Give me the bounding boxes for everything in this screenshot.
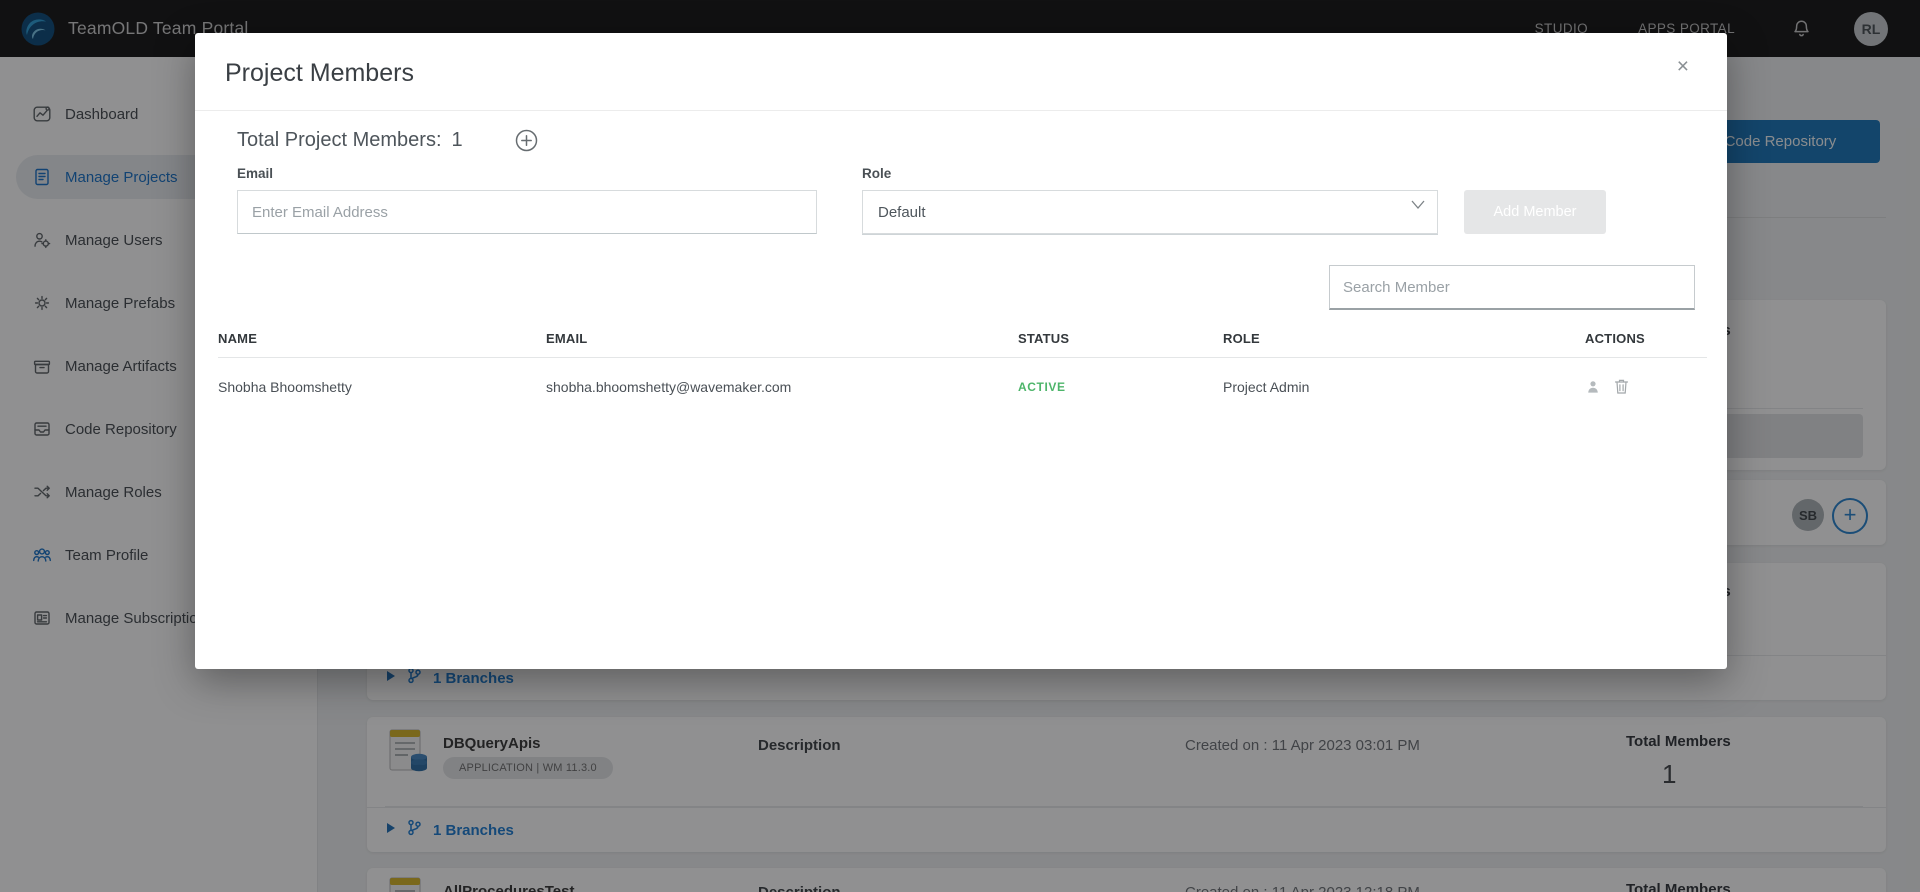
email-label: Email bbox=[237, 166, 817, 181]
members-table: NAME EMAIL STATUS ROLE ACTIONS Shobha Bh… bbox=[218, 331, 1707, 395]
search-member-input[interactable] bbox=[1329, 265, 1695, 310]
role-label: Role bbox=[862, 166, 1438, 181]
role-select[interactable]: Default bbox=[862, 190, 1438, 234]
member-role: Project Admin bbox=[1223, 379, 1585, 395]
column-header-actions: ACTIONS bbox=[1585, 331, 1707, 346]
project-members-modal: Project Members × Total Project Members:… bbox=[195, 33, 1727, 669]
column-header-email: EMAIL bbox=[546, 331, 1018, 346]
user-action-icon[interactable] bbox=[1585, 379, 1601, 395]
member-name: Shobha Bhoomshetty bbox=[218, 379, 546, 395]
total-project-members-label: Total Project Members: bbox=[237, 129, 442, 152]
modal-title: Project Members bbox=[225, 59, 414, 87]
modal-header: Project Members × bbox=[195, 33, 1727, 111]
total-members-row: Total Project Members: 1 bbox=[237, 129, 1685, 152]
email-input[interactable] bbox=[237, 190, 817, 234]
total-project-members-value: 1 bbox=[452, 129, 463, 152]
members-table-header: NAME EMAIL STATUS ROLE ACTIONS bbox=[218, 331, 1707, 358]
member-email: shobha.bhoomshetty@wavemaker.com bbox=[546, 379, 1018, 395]
column-header-role: ROLE bbox=[1223, 331, 1585, 346]
role-selected-value: Default bbox=[878, 204, 926, 221]
table-row: Shobha Bhoomshetty shobha.bhoomshetty@wa… bbox=[218, 358, 1707, 395]
circle-plus-icon[interactable] bbox=[515, 129, 538, 152]
chevron-down-icon bbox=[1411, 196, 1425, 213]
column-header-status: STATUS bbox=[1018, 331, 1223, 346]
add-member-button[interactable]: Add Member bbox=[1464, 190, 1606, 234]
close-icon[interactable]: × bbox=[1677, 55, 1689, 79]
status-badge: ACTIVE bbox=[1018, 380, 1223, 394]
column-header-name: NAME bbox=[218, 331, 546, 346]
search-row bbox=[227, 265, 1695, 310]
delete-icon[interactable] bbox=[1614, 378, 1629, 395]
add-member-form: Email Role Default Add Member bbox=[237, 166, 1685, 234]
